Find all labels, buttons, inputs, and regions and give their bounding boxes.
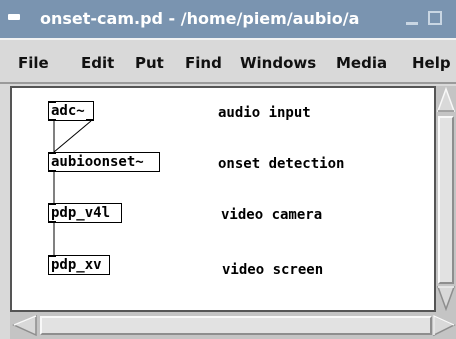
window-title: onset-cam.pd - /home/piem/aubio/a	[40, 9, 360, 28]
menu-edit[interactable]: Edit	[81, 53, 114, 73]
arrow-down-icon[interactable]	[436, 284, 456, 312]
horizontal-scroll-thumb[interactable]	[40, 316, 432, 335]
arrow-left-icon[interactable]	[10, 312, 40, 339]
comment-video-screen: video screen	[222, 262, 324, 278]
outlet[interactable]	[48, 221, 56, 223]
maximize-icon[interactable]	[428, 11, 442, 25]
comment-video-camera: video camera	[221, 207, 323, 223]
object-pdp-xv[interactable]: pdp_xv	[48, 255, 110, 275]
menu-file[interactable]: File	[18, 53, 49, 73]
object-adc[interactable]: adc~	[48, 101, 94, 121]
title-bar[interactable]: onset-cam.pd - /home/piem/aubio/a	[0, 0, 456, 38]
inlet[interactable]	[48, 255, 56, 257]
menu-find[interactable]: Find	[185, 53, 222, 73]
vertical-scrollbar[interactable]	[436, 86, 456, 312]
arrow-right-icon[interactable]	[432, 312, 456, 339]
object-aubioonset[interactable]: aubioonset~	[48, 152, 160, 172]
menu-put[interactable]: Put	[135, 53, 164, 73]
horizontal-scrollbar[interactable]	[10, 312, 456, 339]
inlet[interactable]	[48, 152, 56, 154]
title-fade	[372, 0, 402, 38]
object-label: pdp_xv	[51, 257, 102, 273]
object-label: aubioonset~	[51, 154, 144, 170]
window-menu-icon[interactable]	[8, 14, 20, 20]
inlet[interactable]	[48, 101, 56, 103]
minimize-icon[interactable]	[406, 22, 418, 25]
object-label: adc~	[51, 103, 85, 119]
object-label: pdp_v4l	[51, 205, 111, 221]
menu-help[interactable]: Help	[412, 53, 451, 73]
inlet[interactable]	[48, 203, 56, 205]
menu-windows[interactable]: Windows	[240, 53, 316, 73]
arrow-up-icon[interactable]	[436, 86, 456, 114]
outlet[interactable]	[48, 119, 56, 121]
window-left-edge	[0, 84, 10, 339]
outlet[interactable]	[48, 170, 56, 172]
outlet[interactable]	[86, 119, 94, 121]
object-pdp-v4l[interactable]: pdp_v4l	[48, 203, 122, 223]
comment-onset-detection: onset detection	[218, 156, 345, 172]
menu-bar: File Edit Put Find Windows Media Help	[0, 38, 456, 84]
comment-audio-input: audio input	[218, 105, 311, 121]
vertical-scroll-thumb[interactable]	[438, 116, 454, 284]
menu-media[interactable]: Media	[336, 53, 387, 73]
pd-patch-window: onset-cam.pd - /home/piem/aubio/a File E…	[0, 0, 456, 339]
